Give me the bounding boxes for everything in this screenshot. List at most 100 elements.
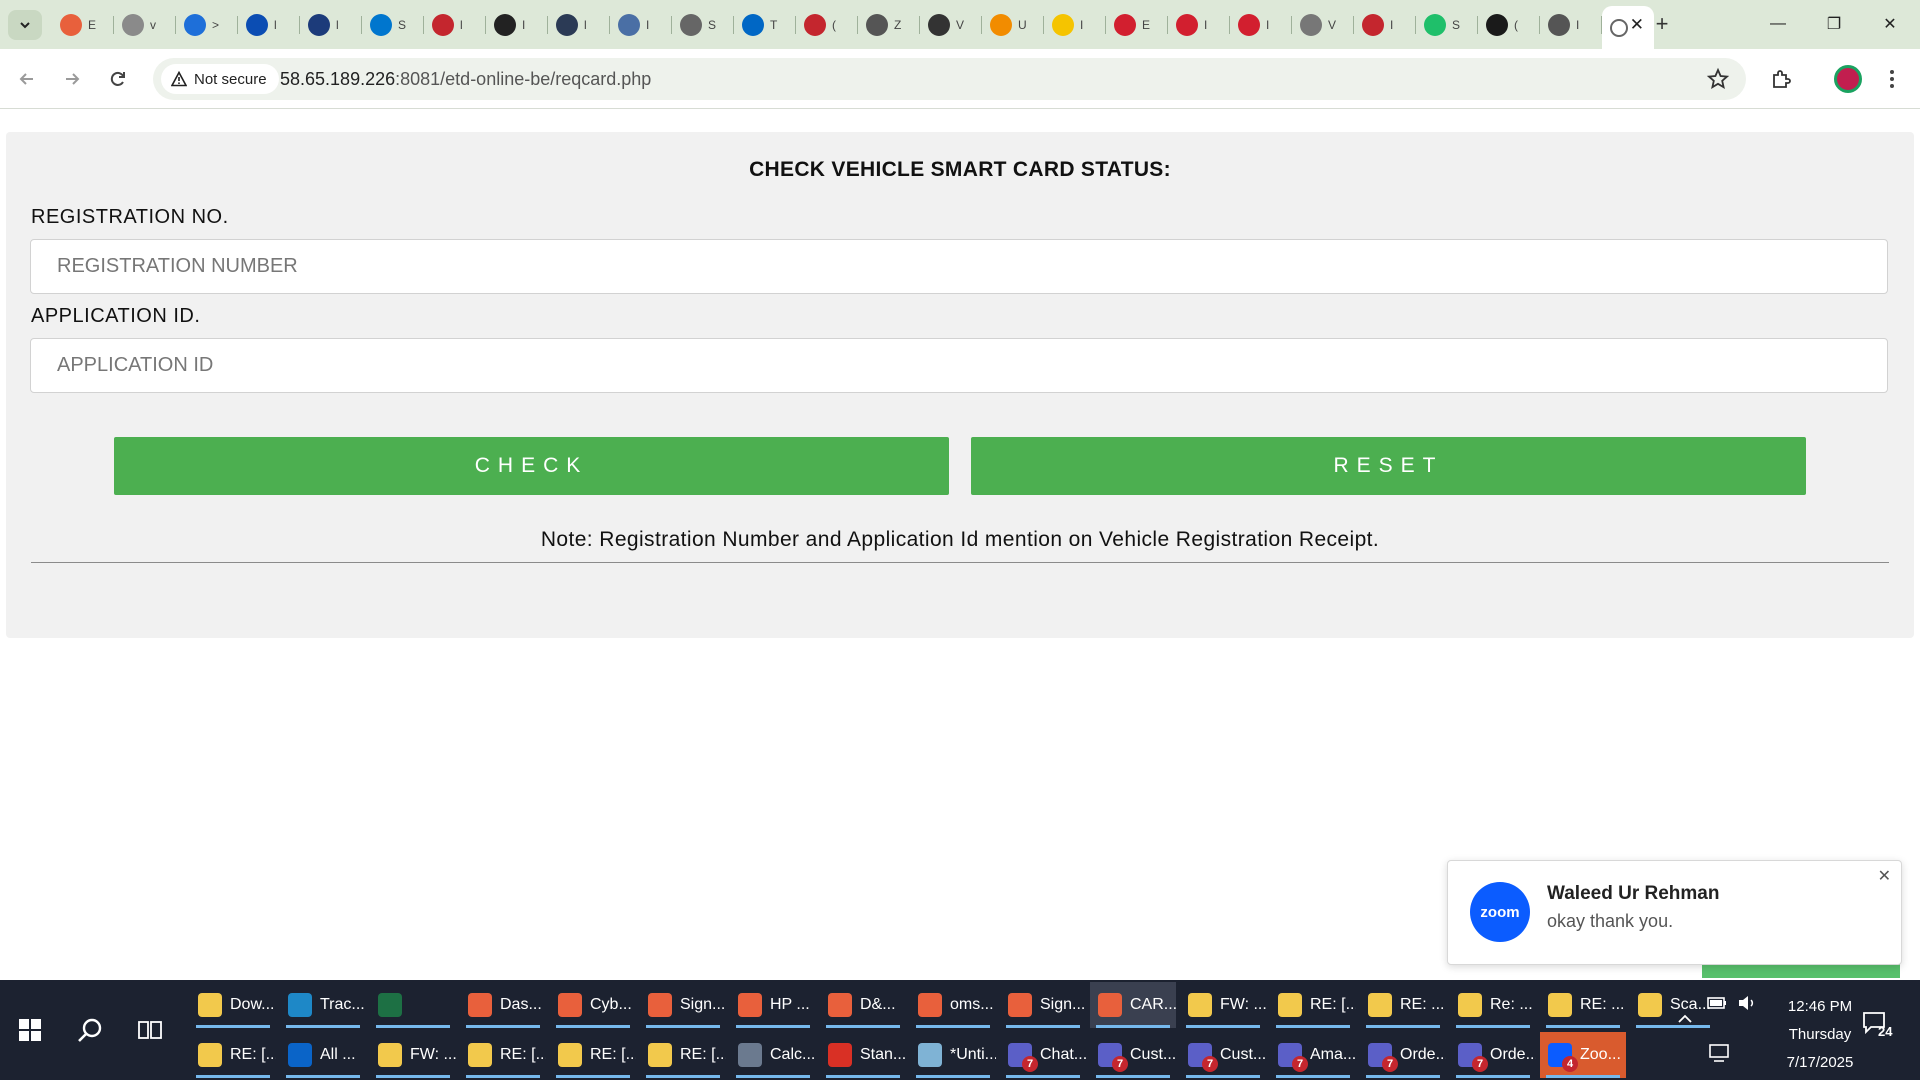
start-button[interactable]	[10, 1010, 50, 1050]
browser-tab[interactable]: (	[1478, 6, 1540, 44]
taskbar-app-label: Cust...	[1130, 1046, 1176, 1063]
tab-title: I	[522, 18, 526, 32]
taskbar-app-button[interactable]: FW: ...	[370, 1032, 456, 1078]
taskbar-app-button[interactable]: Trac...	[280, 982, 366, 1028]
taskbar-app-button[interactable]: oms...	[910, 982, 996, 1028]
browser-tab[interactable]: I	[1044, 6, 1106, 44]
profile-avatar[interactable]	[1834, 65, 1862, 93]
browser-tab[interactable]: I	[486, 6, 548, 44]
new-tab-button[interactable]: +	[1648, 10, 1676, 38]
taskbar-search-button[interactable]	[70, 1010, 110, 1050]
taskbar-app-button[interactable]: RE: [...	[460, 1032, 546, 1078]
browser-tab[interactable]: I	[1230, 6, 1292, 44]
taskbar-app-button[interactable]: FW: ...	[1180, 982, 1266, 1028]
tab-search-button[interactable]	[8, 10, 42, 40]
browser-tab[interactable]: l	[548, 6, 610, 44]
taskbar-app-button[interactable]: All ...	[280, 1032, 366, 1078]
browser-tab[interactable]: I	[1354, 6, 1416, 44]
taskbar-app-button[interactable]: Re: ...	[1450, 982, 1536, 1028]
registration-number-input[interactable]	[30, 239, 1888, 294]
browser-tab[interactable]: E	[52, 6, 114, 44]
browser-tab[interactable]: S	[1416, 6, 1478, 44]
taskbar-app-button[interactable]	[370, 982, 456, 1028]
taskbar-app-button[interactable]: 7 Chat...	[1000, 1032, 1086, 1078]
mail-icon	[1278, 993, 1302, 1017]
reload-button[interactable]	[103, 64, 133, 94]
taskbar-app-button[interactable]: HP ...	[730, 982, 816, 1028]
browser-tab[interactable]: I	[1168, 6, 1230, 44]
active-tab[interactable]: ✕	[1602, 6, 1654, 49]
tab-title: S	[708, 18, 717, 32]
site-info-chip[interactable]: Not secure	[161, 64, 279, 94]
taskbar-app-button[interactable]: Calc...	[730, 1032, 816, 1078]
taskbar-app-label: Dow...	[230, 996, 275, 1013]
task-view-button[interactable]	[130, 1010, 170, 1050]
check-button[interactable]: CHECK	[114, 437, 949, 495]
running-indicator	[1456, 1075, 1530, 1078]
plane-icon	[804, 14, 826, 36]
taskbar-app-button[interactable]: 7 Cust...	[1090, 1032, 1176, 1078]
extensions-button[interactable]	[1766, 64, 1796, 94]
taskbar-app-button[interactable]: RE: ...	[1540, 982, 1626, 1028]
browser-tab[interactable]: (	[796, 6, 858, 44]
browser-tab[interactable]: I	[610, 6, 672, 44]
browser-tab[interactable]: l	[300, 6, 362, 44]
taskbar-app-button[interactable]: *Unti...	[910, 1032, 996, 1078]
taskbar-app-button[interactable]: RE: ...	[1360, 982, 1446, 1028]
taskbar-app-button[interactable]: 7 Ama...	[1270, 1032, 1356, 1078]
taskbar-app-button[interactable]: Sign...	[640, 982, 726, 1028]
reset-button[interactable]: RESET	[971, 437, 1806, 495]
browser-tab[interactable]: v	[114, 6, 176, 44]
running-indicator	[466, 1075, 540, 1078]
forward-button[interactable]	[57, 64, 87, 94]
taskbar-app-button[interactable]: Das...	[460, 982, 546, 1028]
browser-tab[interactable]: E	[1106, 6, 1168, 44]
taskbar-app-button[interactable]: 7 Orde...	[1450, 1032, 1536, 1078]
browser-tab[interactable]: U	[982, 6, 1044, 44]
network-tray-button[interactable]	[1706, 1042, 1732, 1068]
tab-list: Ev > l l Sl Il I S T (Z V U I E I I V I S (I ✕	[52, 6, 1654, 49]
taskbar-app-button[interactable]: 4 Zoo...	[1540, 1032, 1626, 1078]
application-id-input[interactable]	[30, 338, 1888, 393]
address-bar[interactable]: Not secure 58.65.189.226:8081/etd-online…	[153, 58, 1746, 100]
browser-tab[interactable]: l	[424, 6, 486, 44]
maximize-button[interactable]: ❐	[1806, 8, 1862, 40]
security-label: Not secure	[194, 70, 267, 88]
taskbar-app-button[interactable]: Sca...	[1630, 982, 1716, 1028]
taskbar-app-button[interactable]: Dow...	[190, 982, 276, 1028]
battery-tray-button[interactable]	[1706, 992, 1730, 1016]
volume-tray-button[interactable]	[1736, 992, 1760, 1016]
taskbar-app-button[interactable]: D&...	[820, 982, 906, 1028]
browser-tab[interactable]: V	[1292, 6, 1354, 44]
browser-tab[interactable]: T	[734, 6, 796, 44]
browser-tab[interactable]: V	[920, 6, 982, 44]
browser-tab[interactable]: Z	[858, 6, 920, 44]
browser-tab[interactable]: >	[176, 6, 238, 44]
close-window-button[interactable]: ✕	[1862, 8, 1918, 40]
notification-center-button[interactable]: 24	[1862, 1010, 1902, 1050]
taskbar-app-button[interactable]: Cyb...	[550, 982, 636, 1028]
taskbar-app-button[interactable]: 7 Orde...	[1360, 1032, 1446, 1078]
show-hidden-icons-button[interactable]	[1676, 1010, 1698, 1032]
browser-tab[interactable]: I	[1540, 6, 1602, 44]
toast-close-button[interactable]: ✕	[1878, 866, 1891, 886]
zoom-notification[interactable]: zoom Waleed Ur Rehman okay thank you. ✕	[1447, 860, 1902, 965]
taskbar-app-button[interactable]: RE: [...	[550, 1032, 636, 1078]
taskbar-app-button[interactable]: Sign...	[1000, 982, 1086, 1028]
close-tab-button[interactable]: ✕	[1630, 15, 1644, 35]
minimize-button[interactable]: —	[1750, 8, 1806, 40]
back-button[interactable]	[12, 64, 42, 94]
browser-menu-button[interactable]	[1882, 64, 1902, 94]
taskbar-app-label: *Unti...	[950, 1046, 996, 1063]
taskbar-app-button[interactable]: CAR...	[1090, 982, 1176, 1028]
browser-tab[interactable]: S	[362, 6, 424, 44]
browser-tab[interactable]: S	[672, 6, 734, 44]
taskbar-app-button[interactable]: Stan...	[820, 1032, 906, 1078]
badge-count: 7	[1202, 1056, 1218, 1072]
taskbar-app-button[interactable]: RE: [...	[1270, 982, 1356, 1028]
browser-tab[interactable]: l	[238, 6, 300, 44]
bookmark-button[interactable]	[1706, 67, 1730, 91]
taskbar-app-button[interactable]: 7 Cust...	[1180, 1032, 1266, 1078]
taskbar-app-button[interactable]: RE: [...	[640, 1032, 726, 1078]
taskbar-app-button[interactable]: RE: [...	[190, 1032, 276, 1078]
